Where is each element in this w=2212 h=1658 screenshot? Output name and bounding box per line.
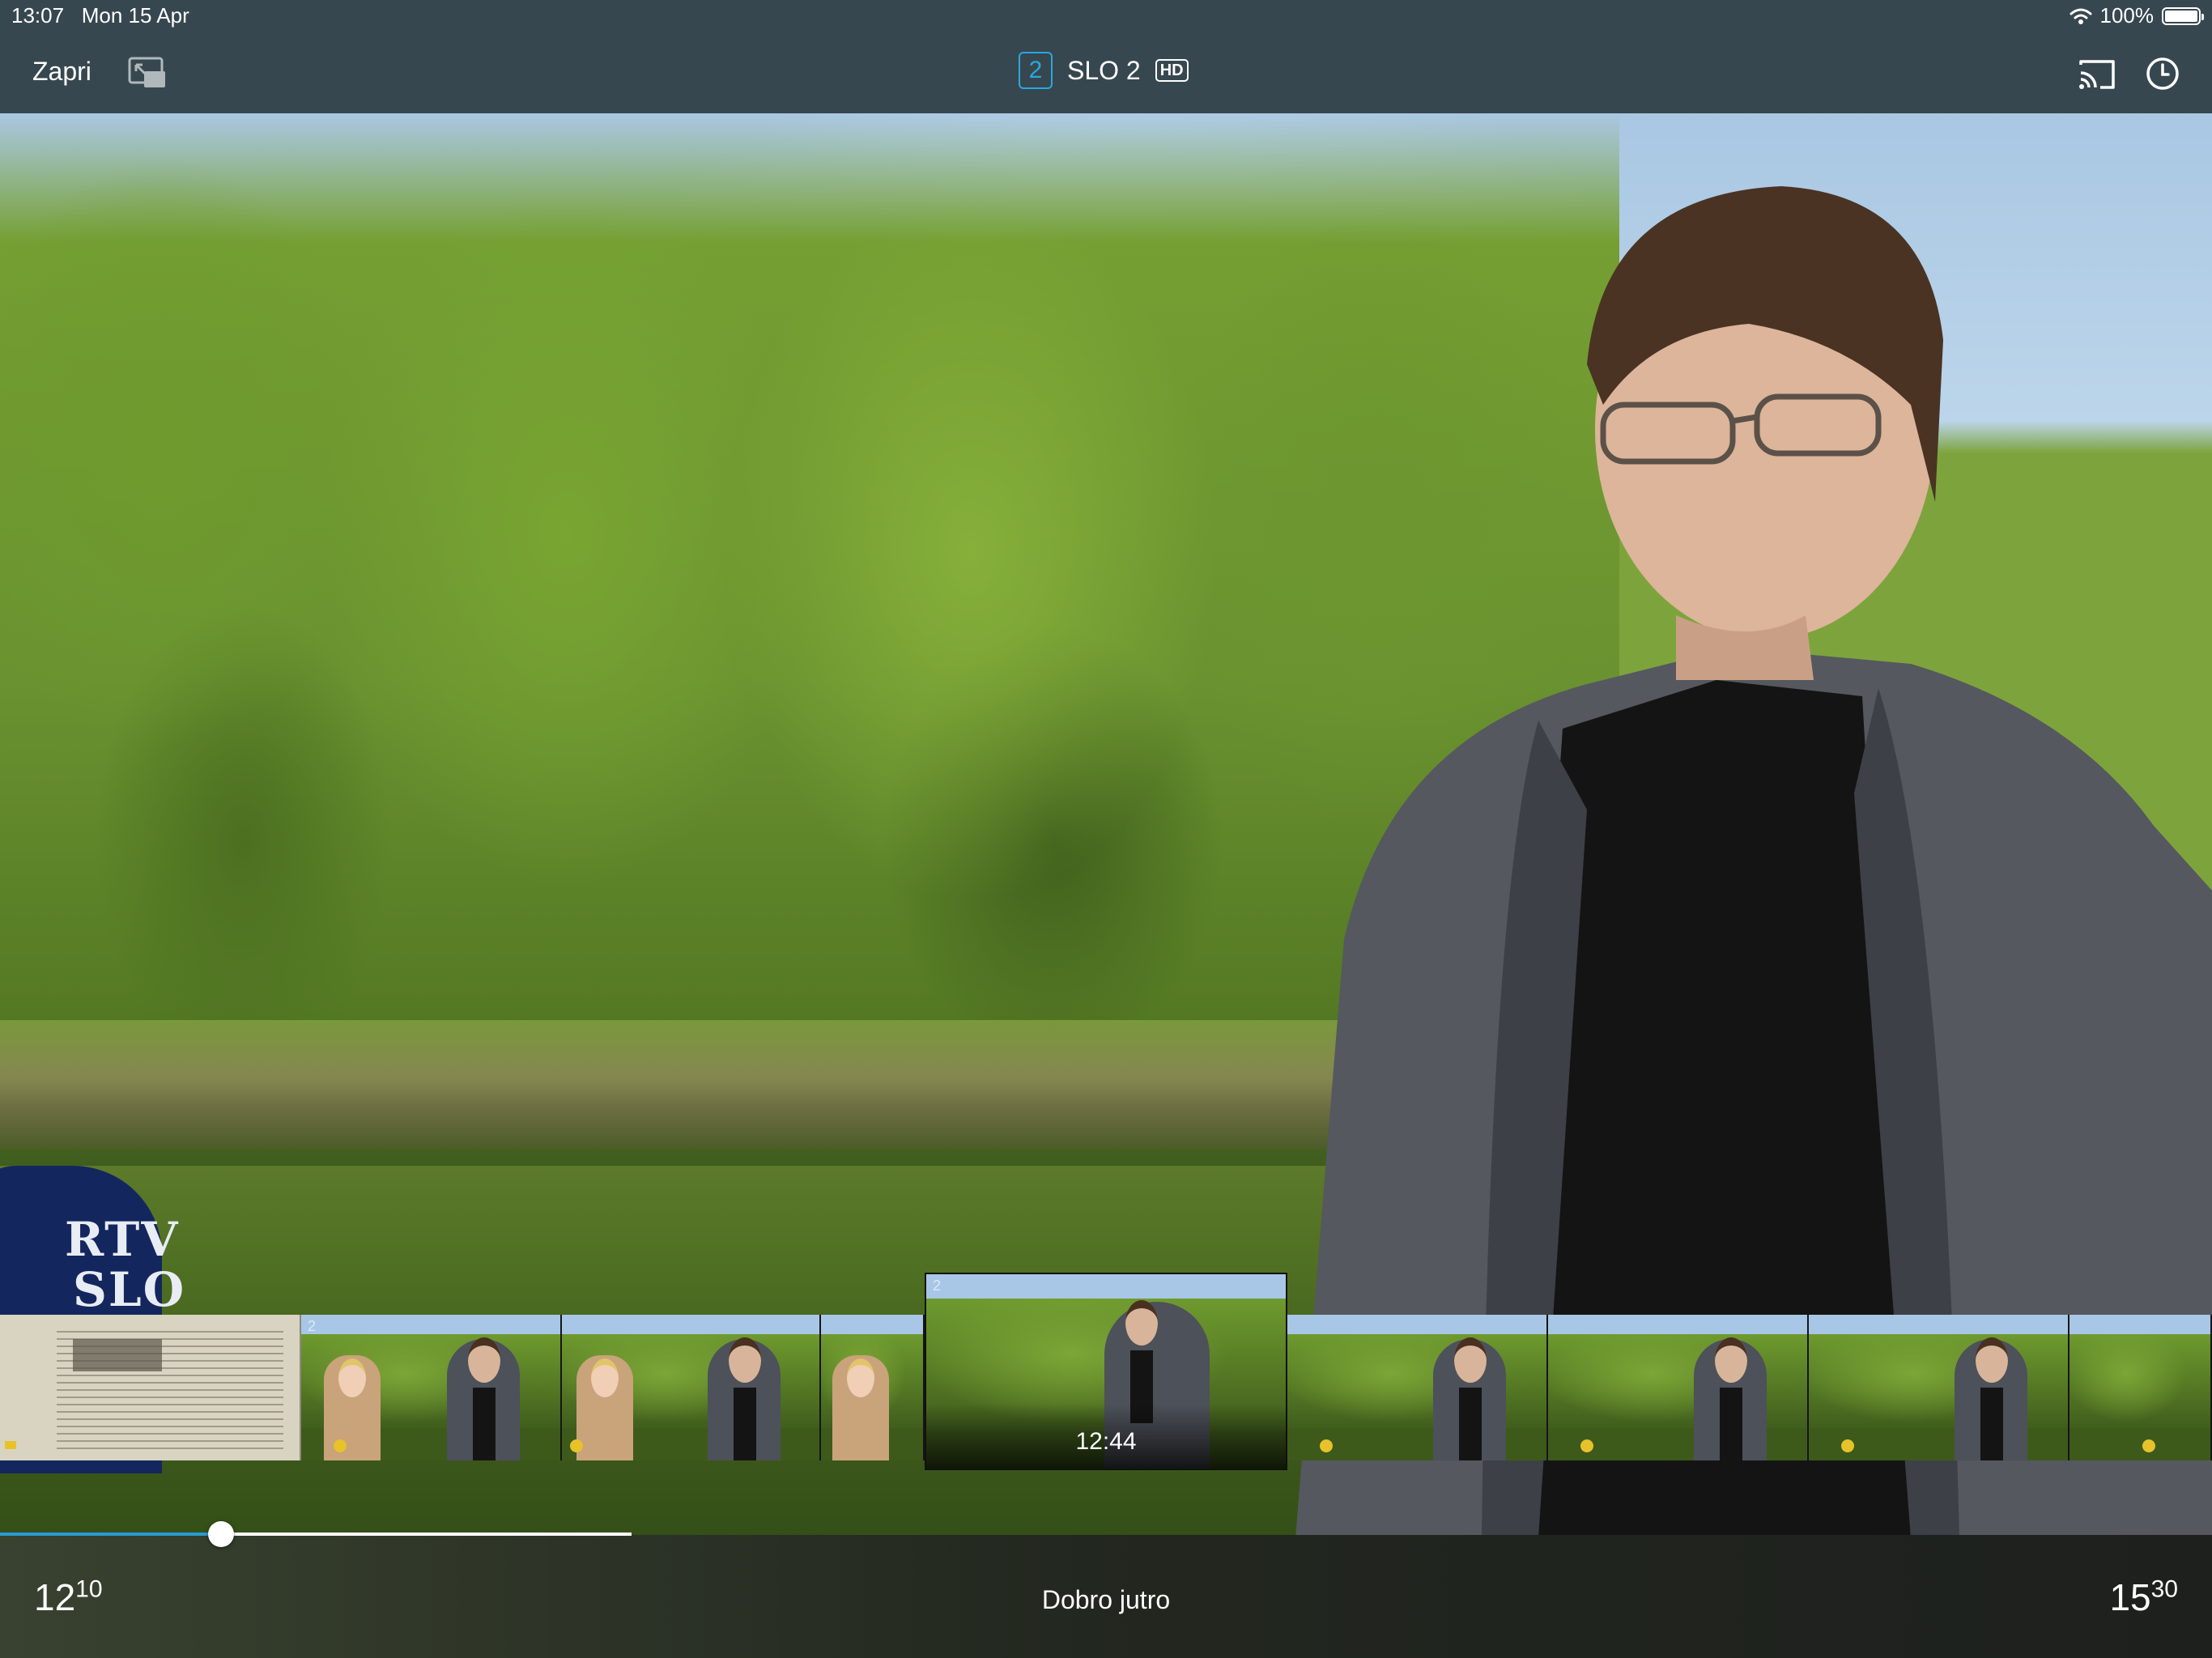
interviewee-figure: [1694, 1337, 1767, 1460]
channel-title: 2 SLO 2 HD: [1019, 52, 1189, 89]
interviewee-figure: [708, 1337, 781, 1460]
river-bank: [0, 1020, 1376, 1150]
channel-number-badge: 2: [1019, 52, 1053, 89]
interviewee-figure: [447, 1337, 520, 1460]
timeline-track[interactable]: [0, 1521, 632, 1547]
channel-watermark: 2: [933, 1278, 942, 1294]
timeline-progress: [0, 1533, 221, 1536]
program-end-time: 1530: [2109, 1575, 2178, 1619]
marker-icon: [1320, 1439, 1333, 1452]
reporter-figure: [832, 1355, 889, 1460]
status-right: 100%: [2069, 3, 2204, 28]
program-bar: 1210 Dobro jutro 1530: [0, 1535, 2212, 1658]
reporter-figure: [576, 1355, 633, 1460]
channel-name: SLO 2: [1067, 55, 1141, 85]
reporter-figure: [324, 1355, 381, 1460]
thumbnail-item[interactable]: [1287, 1315, 1548, 1460]
interviewee-figure: [1433, 1337, 1506, 1460]
thumbnail-item[interactable]: [1809, 1315, 2069, 1460]
marker-icon: [334, 1439, 347, 1452]
end-minute: 30: [2150, 1575, 2178, 1603]
current-time-label: 12:44: [1075, 1428, 1137, 1455]
status-bar: 13:07 Mon 15 Apr 100%: [0, 0, 2212, 32]
status-datetime: 13:07 Mon 15 Apr: [11, 3, 189, 28]
thumb-trees: [1809, 1334, 2068, 1431]
cast-icon[interactable]: [2078, 58, 2116, 91]
current-thumbnail[interactable]: 2 12:44: [925, 1273, 1287, 1470]
wifi-icon: [2069, 8, 2091, 24]
thumb-trees: [1287, 1334, 1546, 1431]
status-date: Mon 15 Apr: [81, 3, 189, 28]
marker-icon: [5, 1441, 16, 1449]
marker-icon: [570, 1439, 583, 1452]
microphone-logo: RTV SLO: [65, 1212, 186, 1317]
thumbnail-item[interactable]: [562, 1315, 821, 1460]
marker-icon: [1580, 1439, 1593, 1452]
document-image: [73, 1339, 162, 1371]
hd-badge: HD: [1155, 59, 1189, 82]
thumbnail-item[interactable]: [821, 1315, 925, 1460]
thumbnail-item[interactable]: [1548, 1315, 1809, 1460]
marker-icon: [2142, 1439, 2155, 1452]
status-time: 13:07: [11, 3, 65, 28]
channel-watermark: 2: [308, 1318, 317, 1334]
marker-icon: [1841, 1439, 1854, 1452]
close-button[interactable]: Zapri: [32, 57, 91, 87]
battery-icon: [2162, 6, 2204, 25]
interviewee-figure: [1955, 1337, 2027, 1460]
picture-in-picture-icon[interactable]: [128, 57, 167, 89]
timeline-scrubber[interactable]: [208, 1521, 234, 1547]
thumb-water: [2069, 1428, 2210, 1460]
thumb-trees: [1548, 1334, 1807, 1431]
program-title: Dobro jutro: [1041, 1585, 1171, 1614]
thumbnail-item[interactable]: 2: [301, 1315, 562, 1460]
clock-icon[interactable]: [2146, 57, 2180, 91]
thumbnail-item[interactable]: [2069, 1315, 2212, 1460]
end-hour: 15: [2109, 1576, 2151, 1618]
battery-percent: 100%: [2099, 3, 2155, 28]
thumb-trees: [2069, 1334, 2210, 1431]
thumbnail-item[interactable]: [0, 1315, 301, 1460]
